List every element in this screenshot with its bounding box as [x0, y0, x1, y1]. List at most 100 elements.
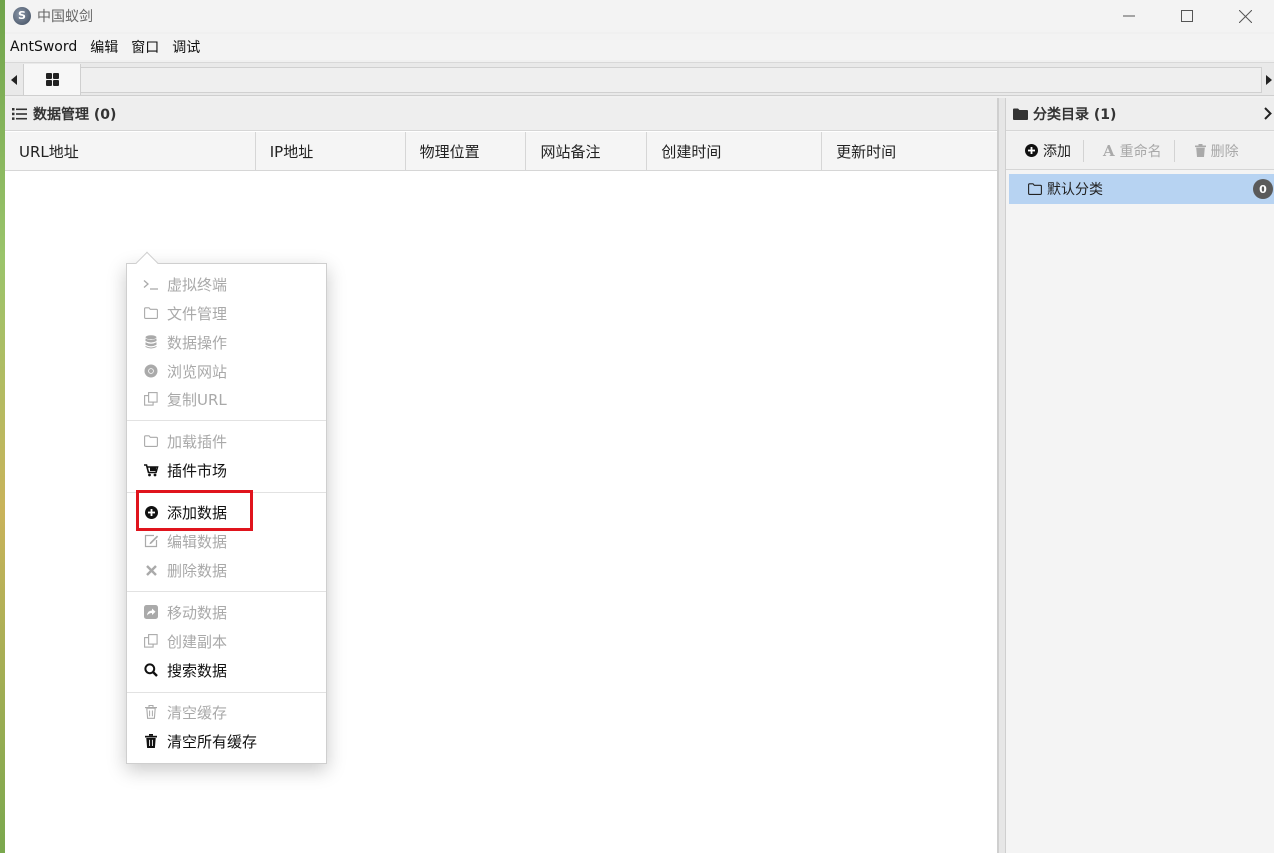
font-icon: A [1103, 141, 1115, 160]
menu-item-label: 加载插件 [167, 432, 228, 451]
list-icon [12, 108, 27, 120]
menu-item-database[interactable]: 数据操作 [127, 329, 326, 355]
menu-item-label: 编辑数据 [167, 532, 228, 551]
category-panel-title: 分类目录 (1) [1033, 107, 1117, 123]
menu-window[interactable]: 窗口 [126, 37, 167, 57]
copy-icon [143, 392, 159, 406]
menu-bar: AntSword 编辑 窗口 调试 [5, 34, 1274, 60]
category-panel-header: 分类目录 (1) [1006, 98, 1274, 131]
category-label: 默认分类 [1047, 182, 1103, 198]
menu-item-label: 复制URL [167, 390, 227, 409]
collapse-panel-button[interactable] [1264, 107, 1272, 120]
menu-item-label: 搜索数据 [167, 661, 228, 680]
tab-strip [5, 62, 1274, 96]
column-updated[interactable]: 更新时间 [822, 132, 997, 171]
chrome-icon [143, 364, 159, 378]
panel-splitter[interactable] [998, 98, 1006, 853]
app-logo-icon: S [13, 7, 31, 25]
column-url[interactable]: URL地址 [5, 132, 256, 171]
menu-antsword[interactable]: AntSword [5, 39, 85, 55]
database-icon [143, 335, 159, 349]
category-panel: 分类目录 (1) 添加 A 重命名 删除 默认分类 0 [1006, 98, 1274, 853]
menu-item-label: 数据操作 [167, 333, 228, 352]
caret-left-icon [11, 75, 17, 85]
data-panel-title: 数据管理 (0) [33, 107, 117, 123]
add-category-label: 添加 [1043, 143, 1071, 160]
menu-debug[interactable]: 调试 [167, 37, 208, 57]
tab-area [81, 67, 1262, 93]
category-count-badge: 0 [1253, 179, 1273, 199]
rename-category-label: 重命名 [1119, 143, 1162, 160]
column-note[interactable]: 网站备注 [526, 132, 648, 171]
menu-separator [127, 420, 326, 421]
close-window-button[interactable] [1216, 0, 1274, 32]
chevron-right-icon [1264, 107, 1272, 120]
menu-item-browse-site[interactable]: 浏览网站 [127, 358, 326, 384]
minimize-icon [1123, 15, 1135, 17]
caret-right-icon [1266, 75, 1272, 85]
menu-item-duplicate[interactable]: 创建副本 [127, 628, 326, 654]
folder-icon [143, 435, 159, 447]
tab-home[interactable] [23, 64, 81, 95]
menu-item-clear-cache[interactable]: 清空缓存 [127, 699, 326, 725]
menu-separator [127, 692, 326, 693]
search-icon [143, 663, 159, 677]
title-bar: S 中国蚁剑 [5, 0, 1274, 32]
add-data-highlight-box [136, 490, 253, 531]
maximize-button[interactable] [1158, 0, 1216, 32]
delete-category-button[interactable]: 删除 [1175, 132, 1251, 170]
category-item-default[interactable]: 默认分类 0 [1009, 174, 1274, 204]
tab-scroll-left-button[interactable] [7, 72, 21, 88]
category-toolbar: 添加 A 重命名 删除 [1006, 132, 1274, 170]
menu-item-label: 清空所有缓存 [167, 732, 258, 751]
folder-icon [143, 307, 159, 319]
menu-item-label: 移动数据 [167, 603, 228, 622]
trash-icon [143, 734, 159, 748]
menu-item-label: 文件管理 [167, 304, 228, 323]
window-controls [1100, 0, 1274, 32]
cart-icon [143, 463, 159, 477]
menu-item-terminal[interactable]: 虚拟终端 [127, 271, 326, 297]
menu-item-label: 清空缓存 [167, 703, 228, 722]
menu-edit[interactable]: 编辑 [85, 37, 126, 57]
menu-item-plugin-market[interactable]: 插件市场 [127, 457, 326, 483]
menu-item-move-data[interactable]: 移动数据 [127, 599, 326, 625]
folder-icon [1028, 183, 1042, 195]
menu-separator [127, 591, 326, 592]
data-panel-header: 数据管理 (0) [5, 98, 997, 131]
plus-circle-icon [1025, 144, 1038, 157]
menu-item-load-plugin[interactable]: 加载插件 [127, 428, 326, 454]
maximize-icon [1181, 10, 1193, 22]
rename-category-button[interactable]: A 重命名 [1084, 132, 1174, 170]
menu-item-copy-url[interactable]: 复制URL [127, 386, 326, 412]
grid-icon [45, 73, 59, 86]
menu-item-label: 虚拟终端 [167, 275, 228, 294]
close-icon [1238, 9, 1252, 23]
edit-icon [143, 534, 159, 548]
window-title: 中国蚁剑 [37, 9, 93, 25]
column-location[interactable]: 物理位置 [406, 132, 527, 171]
menu-item-label: 创建副本 [167, 632, 228, 651]
menu-item-label: 删除数据 [167, 561, 228, 580]
data-table-header: URL地址 IP地址 物理位置 网站备注 创建时间 更新时间 [5, 132, 997, 171]
menu-item-file-manager[interactable]: 文件管理 [127, 300, 326, 326]
tab-scroll-right-button[interactable] [1264, 72, 1274, 88]
minimize-button[interactable] [1100, 0, 1158, 32]
trash-icon [1194, 144, 1206, 157]
folder-solid-icon [1013, 108, 1028, 120]
copy-icon [143, 634, 159, 648]
terminal-icon [143, 279, 159, 290]
menu-item-delete-data[interactable]: 删除数据 [127, 557, 326, 583]
column-ip[interactable]: IP地址 [256, 132, 406, 171]
x-icon [143, 564, 159, 576]
column-created[interactable]: 创建时间 [647, 132, 823, 171]
menu-item-label: 插件市场 [167, 461, 228, 480]
add-category-button[interactable]: 添加 [1006, 132, 1083, 170]
trash-outline-icon [143, 705, 159, 719]
menu-item-clear-all-cache[interactable]: 清空所有缓存 [127, 728, 326, 754]
menu-item-label: 浏览网站 [167, 362, 228, 381]
menu-item-search-data[interactable]: 搜索数据 [127, 657, 326, 683]
share-icon [143, 605, 159, 619]
menu-item-edit-data[interactable]: 编辑数据 [127, 528, 326, 554]
delete-category-label: 删除 [1210, 143, 1239, 160]
